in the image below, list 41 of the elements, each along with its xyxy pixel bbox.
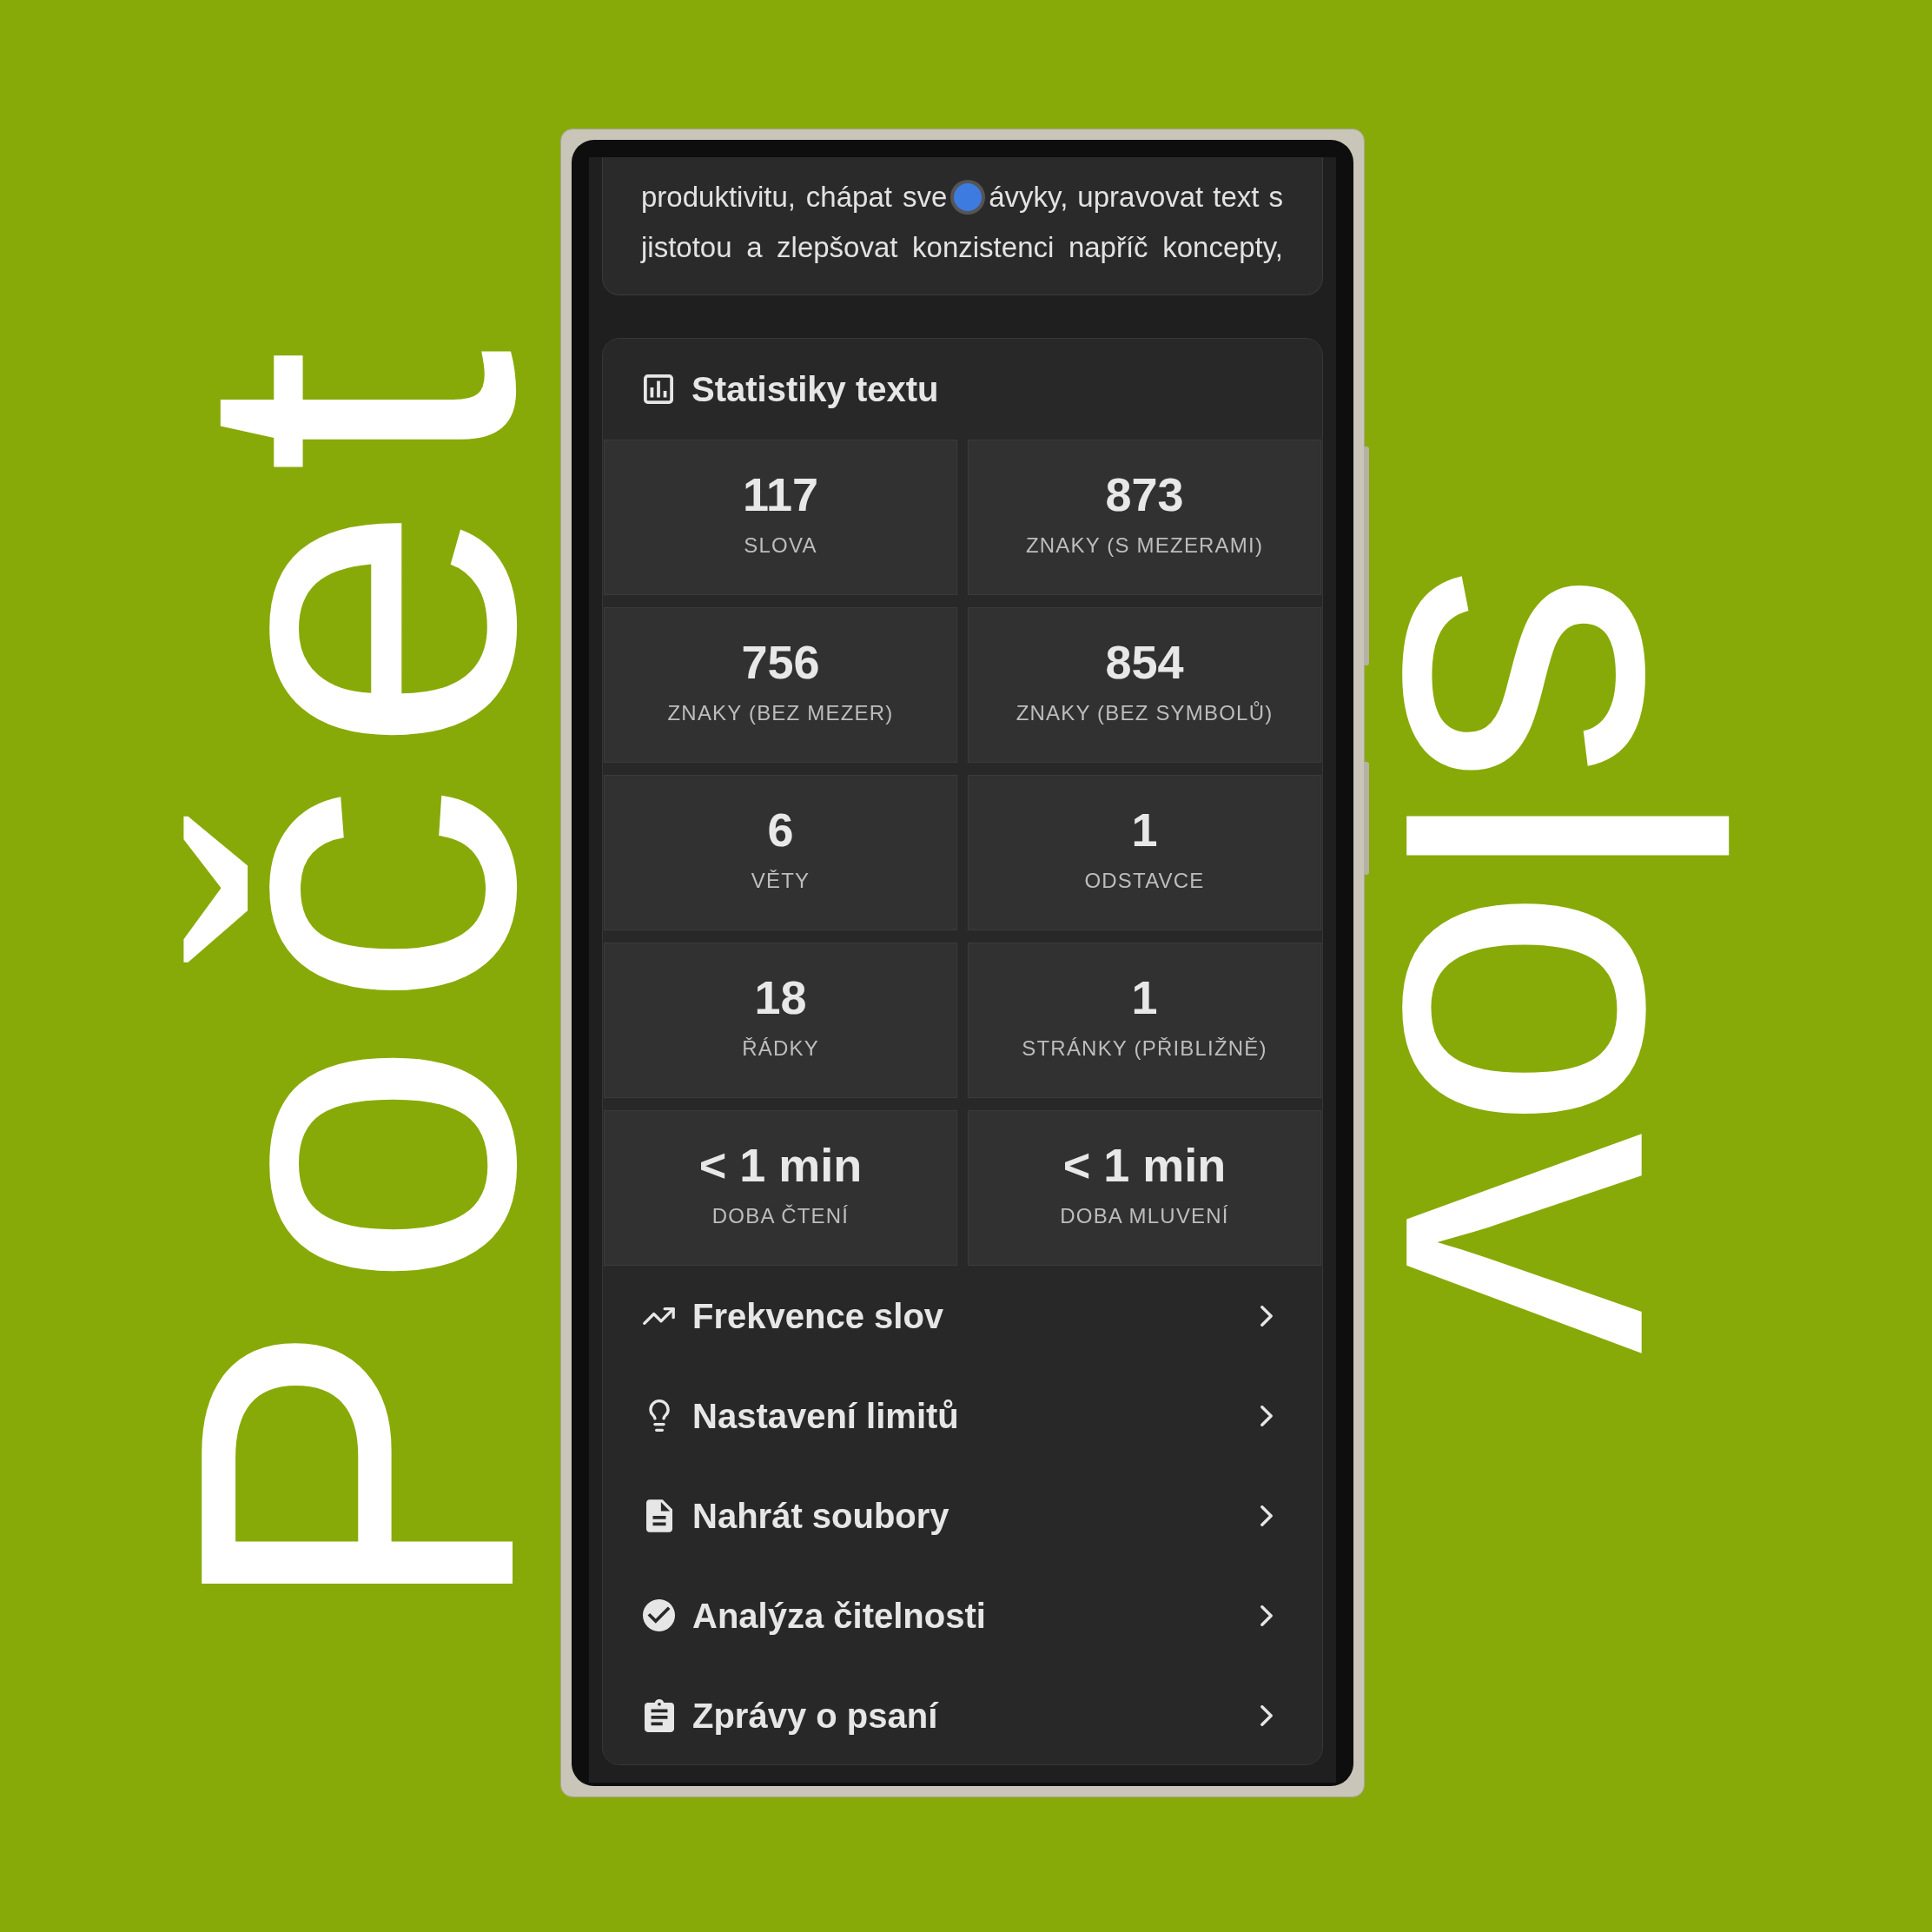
document-icon — [645, 1499, 672, 1532]
stat-label: SLOVA — [744, 533, 817, 559]
stat-value: 6 — [767, 803, 794, 857]
clipboard-icon — [644, 1698, 674, 1732]
stat-value: < 1 min — [698, 1138, 863, 1193]
card-title: Statistiky textu — [691, 369, 939, 410]
menu-item[interactable]: Nastavení limitů — [603, 1366, 1322, 1466]
chevron-right-icon — [1260, 1604, 1273, 1626]
menu-item[interactable]: Frekvence slov — [603, 1266, 1322, 1366]
paragraph-text: jistotou a zlepšovat konzistenci napříč koncepty, — [641, 230, 1283, 266]
stat-label: ZNAKY (S MEZERAMI) — [1025, 533, 1264, 559]
vertical-title: Počet — [153, 318, 559, 1621]
stat-label: ZNAKY (BEZ SYMBOLŮ) — [1016, 700, 1274, 726]
stat-value: 756 — [741, 635, 820, 690]
stat-value: 873 — [1105, 467, 1184, 522]
stat-label: VĚTY — [751, 868, 811, 894]
stat-label: ŘÁDKY — [742, 1035, 819, 1062]
stat-value: 18 — [754, 970, 807, 1025]
stat-value: 117 — [742, 467, 819, 522]
paragraph-text: ávyky, upravovat text s — [989, 180, 1283, 215]
stat-label: ODSTAVCE — [1084, 868, 1205, 894]
menu-item[interactable]: Nahrát soubory — [603, 1466, 1322, 1565]
chevron-right-icon — [1260, 1405, 1273, 1426]
stat-label: STRÁNKY (PŘIBLIŽNĚ) — [1022, 1035, 1267, 1062]
stat-value: 854 — [1105, 635, 1184, 690]
chevron-right-icon — [1260, 1505, 1273, 1526]
bar-chart-icon — [644, 374, 673, 404]
trending-up-icon — [643, 1307, 675, 1325]
stat-value: 1 — [1131, 970, 1158, 1025]
stat-value: < 1 min — [1062, 1138, 1227, 1193]
vertical-title: slov — [1372, 564, 1750, 1355]
chevron-right-icon — [1260, 1704, 1273, 1726]
stat-label: DOBA ČTENÍ — [711, 1203, 850, 1229]
stat-value: 1 — [1131, 803, 1158, 857]
stat-label: DOBA MLUVENÍ — [1060, 1203, 1229, 1229]
stat-label: ZNAKY (BEZ MEZER) — [667, 700, 894, 726]
paragraph-text: produktivitu, chápat sve — [641, 180, 948, 215]
menu-item[interactable]: Analýza čitelnosti — [603, 1565, 1322, 1665]
lightbulb-icon — [648, 1399, 670, 1432]
chevron-right-icon — [1260, 1305, 1273, 1327]
menu-item[interactable]: Zprávy o psaní — [603, 1665, 1322, 1764]
